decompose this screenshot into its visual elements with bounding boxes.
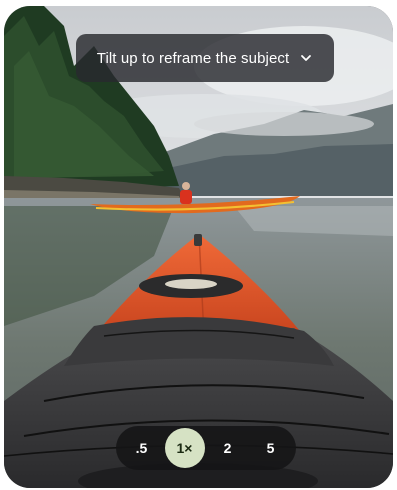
chevron-down-icon xyxy=(299,51,313,65)
hint-text: Tilt up to reframe the subject xyxy=(96,49,290,67)
zoom-selector: .5 1× 2 5 xyxy=(116,426,296,470)
zoom-option-0-5[interactable]: .5 xyxy=(122,428,162,468)
zoom-option-1x[interactable]: 1× xyxy=(164,428,205,468)
reframe-hint-chip[interactable]: Tilt up to reframe the subject xyxy=(76,34,334,82)
camera-viewfinder[interactable]: Tilt up to reframe the subject .5 1× 2 5 xyxy=(4,6,393,488)
zoom-option-5[interactable]: 5 xyxy=(251,428,291,468)
zoom-option-2[interactable]: 2 xyxy=(208,428,248,468)
